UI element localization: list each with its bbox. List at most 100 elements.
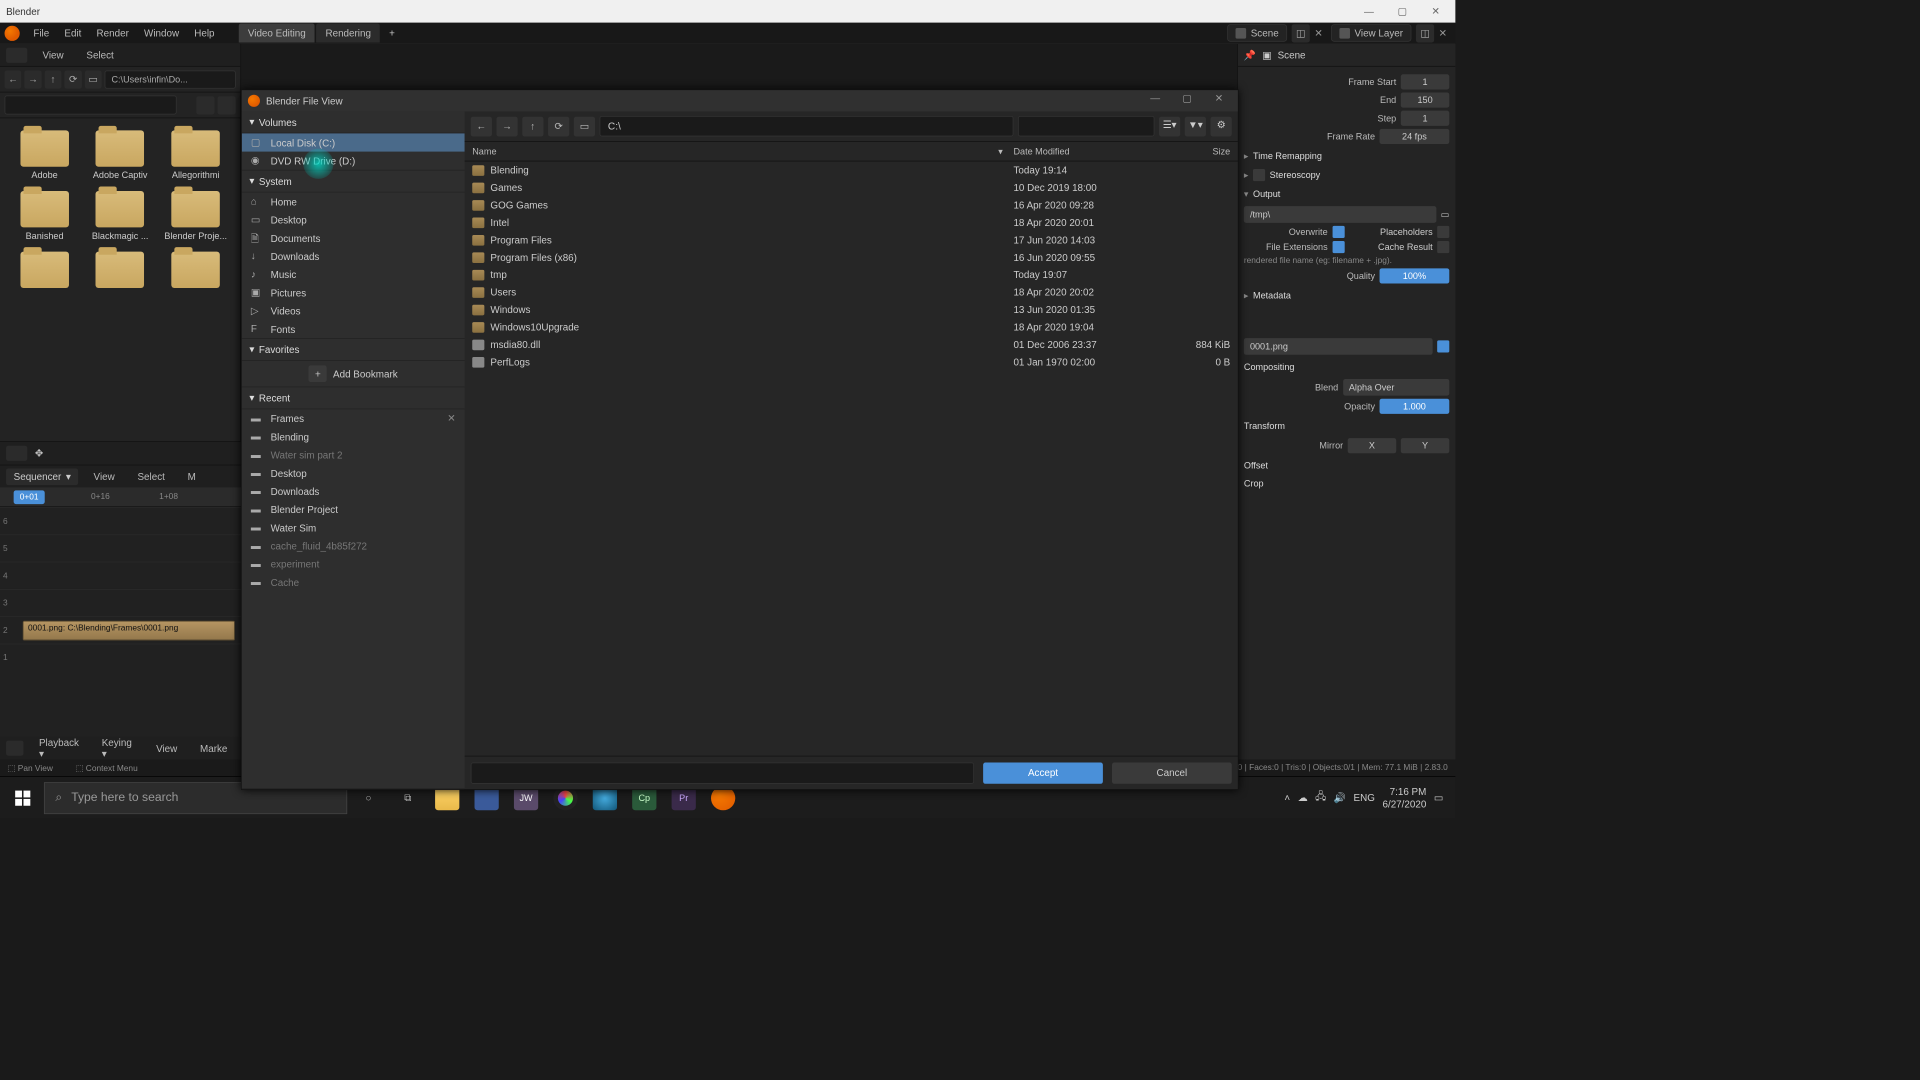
sequencer-menu-view[interactable]: View [86, 468, 122, 485]
column-date[interactable]: Date Modified [1013, 146, 1165, 157]
sequencer-menu-select[interactable]: Select [130, 468, 173, 485]
file-row[interactable]: Intel18 Apr 2020 20:01 [465, 214, 1238, 231]
overwrite-checkbox[interactable] [1332, 226, 1344, 238]
filebrowser-path-input[interactable] [105, 70, 236, 88]
menu-edit[interactable]: Edit [57, 24, 89, 41]
quality-slider[interactable]: 100% [1380, 268, 1450, 283]
sidebar-item-frames[interactable]: ▬Frames✕ [242, 409, 465, 427]
fb-path-input[interactable] [600, 116, 1014, 136]
file-row[interactable]: BlendingToday 19:14 [465, 161, 1238, 178]
workspace-tab-video-editing[interactable]: Video Editing [239, 23, 315, 42]
mirror-y-button[interactable]: Y [1401, 438, 1450, 453]
file-ext-checkbox[interactable] [1332, 241, 1344, 253]
output-path-field[interactable]: /tmp\ [1244, 206, 1436, 223]
filebrowser-menu-select[interactable]: Select [79, 46, 122, 63]
sidebar-item-home[interactable]: ⌂Home [242, 193, 465, 211]
sidebar-item-desktop[interactable]: ▭Desktop [242, 211, 465, 229]
sidebar-item-videos[interactable]: ▷Videos [242, 302, 465, 320]
viewlayer-selector[interactable]: View Layer [1331, 24, 1411, 41]
favorites-section-header[interactable]: ▾Favorites [242, 339, 465, 361]
blend-dropdown[interactable]: Alpha Over [1343, 379, 1449, 396]
fb-filename-input[interactable] [471, 762, 974, 783]
tray-chevron-icon[interactable]: ˄ [1284, 792, 1290, 803]
file-row[interactable]: Program Files17 Jun 2020 14:03 [465, 231, 1238, 248]
column-size[interactable]: Size [1165, 146, 1230, 157]
folder-item[interactable] [9, 249, 80, 294]
sidebar-item-desktop[interactable]: ▬Desktop [242, 464, 465, 482]
frame-rate-dropdown[interactable]: 24 fps [1380, 129, 1450, 144]
file-row[interactable]: Windows13 Jun 2020 01:35 [465, 301, 1238, 318]
folder-item[interactable]: Adobe Captiv [85, 127, 156, 183]
sidebar-item-water-sim[interactable]: ▬Water Sim [242, 518, 465, 536]
folder-item[interactable] [85, 249, 156, 294]
editor-type-dropdown[interactable] [6, 47, 27, 62]
notifications-icon[interactable]: ▭ [1434, 792, 1443, 804]
stereoscopy-section[interactable]: ▸Stereoscopy [1244, 165, 1449, 185]
sequencer-mode-dropdown[interactable]: Sequencer▾ [6, 468, 78, 485]
folder-item[interactable]: Blackmagic ... [85, 188, 156, 244]
add-bookmark-button[interactable]: +Add Bookmark [242, 361, 465, 387]
tray-network-icon[interactable]: 🖧 [1315, 789, 1326, 806]
sidebar-item-music[interactable]: ♪Music [242, 265, 465, 283]
remove-recent-icon[interactable]: ✕ [447, 412, 455, 424]
sidebar-item-experiment[interactable]: ▬experiment [242, 555, 465, 573]
viewlayer-new-button[interactable]: ◫ [1416, 24, 1434, 42]
menu-window[interactable]: Window [136, 24, 186, 41]
system-section-header[interactable]: ▾System [242, 171, 465, 193]
viewlayer-close-button[interactable]: ✕ [1439, 27, 1451, 39]
folder-item[interactable]: Banished [9, 188, 80, 244]
fb-nav-newfolder[interactable]: ▭ [574, 116, 595, 136]
nav-refresh-button[interactable]: ⟳ [65, 70, 82, 88]
dialog-maximize[interactable]: ▢ [1174, 92, 1200, 109]
file-row[interactable]: Users18 Apr 2020 20:02 [465, 283, 1238, 300]
window-minimize[interactable]: — [1355, 2, 1382, 20]
menu-help[interactable]: Help [187, 24, 222, 41]
time-remapping-section[interactable]: ▸Time Remapping [1244, 147, 1449, 165]
sequencer-menu-marker[interactable]: M [180, 468, 203, 485]
playback-menu[interactable]: Playback ▾ [31, 733, 86, 763]
volumes-section-header[interactable]: ▾Volumes [242, 111, 465, 133]
sidebar-item-documents[interactable]: 🗎Documents [242, 229, 465, 247]
transform-section[interactable]: Transform [1244, 417, 1449, 435]
scene-new-button[interactable]: ◫ [1292, 24, 1310, 42]
sidebar-item-local-disk-c-[interactable]: ▢Local Disk (C:) [242, 133, 465, 151]
fb-nav-up[interactable]: ↑ [522, 116, 543, 136]
fb-nav-refresh[interactable]: ⟳ [548, 116, 569, 136]
sidebar-item-downloads[interactable]: ↓Downloads [242, 247, 465, 265]
menu-file[interactable]: File [26, 24, 57, 41]
sidebar-item-cache[interactable]: ▬Cache [242, 573, 465, 591]
marker-menu[interactable]: Marke [192, 739, 235, 756]
file-row[interactable]: Program Files (x86)16 Jun 2020 09:55 [465, 249, 1238, 266]
crop-section[interactable]: Crop [1244, 475, 1449, 493]
sidebar-item-downloads[interactable]: ▬Downloads [242, 482, 465, 500]
column-name[interactable]: Name [472, 146, 998, 157]
frame-end-field[interactable]: 150 [1401, 92, 1450, 107]
keying-menu[interactable]: Keying ▾ [94, 733, 141, 763]
timeline-view-menu[interactable]: View [149, 739, 185, 756]
placeholders-checkbox[interactable] [1437, 226, 1449, 238]
file-row[interactable]: Windows10Upgrade18 Apr 2020 19:04 [465, 318, 1238, 335]
display-sort-button[interactable] [218, 96, 236, 114]
stereoscopy-checkbox[interactable] [1253, 169, 1265, 181]
sequencer-tracks[interactable]: 6 5 4 3 2 1 0001.png: C:\Blending\Frames… [0, 507, 241, 737]
tray-volume-icon[interactable]: 🔊 [1334, 792, 1346, 804]
folder-item[interactable]: Allegorithmi [160, 127, 231, 183]
folder-item[interactable] [160, 249, 231, 294]
sidebar-item-water-sim-part-2[interactable]: ▬Water sim part 2 [242, 446, 465, 464]
frame-step-field[interactable]: 1 [1401, 111, 1450, 126]
move-tool-icon[interactable]: ✥ [35, 447, 43, 459]
folder-item[interactable]: Adobe [9, 127, 80, 183]
pin-icon[interactable]: 📌 [1244, 49, 1256, 61]
sidebar-item-dvd-rw-drive-d-[interactable]: ◉DVD RW Drive (D:) [242, 152, 465, 170]
nav-back-button[interactable]: ← [5, 70, 22, 88]
timeline-ruler[interactable]: 0+01 0+16 1+08 [0, 487, 241, 507]
mirror-x-button[interactable]: X [1348, 438, 1397, 453]
fb-settings-button[interactable]: ⚙ [1211, 116, 1232, 136]
dialog-minimize[interactable]: — [1142, 92, 1168, 109]
file-row[interactable]: tmpToday 19:07 [465, 266, 1238, 283]
window-close[interactable]: ✕ [1422, 2, 1449, 20]
menu-render[interactable]: Render [89, 24, 136, 41]
strip-compositing-section[interactable]: Compositing [1244, 358, 1449, 376]
file-row[interactable]: GOG Games16 Apr 2020 09:28 [465, 196, 1238, 213]
dialog-close[interactable]: ✕ [1206, 92, 1232, 109]
